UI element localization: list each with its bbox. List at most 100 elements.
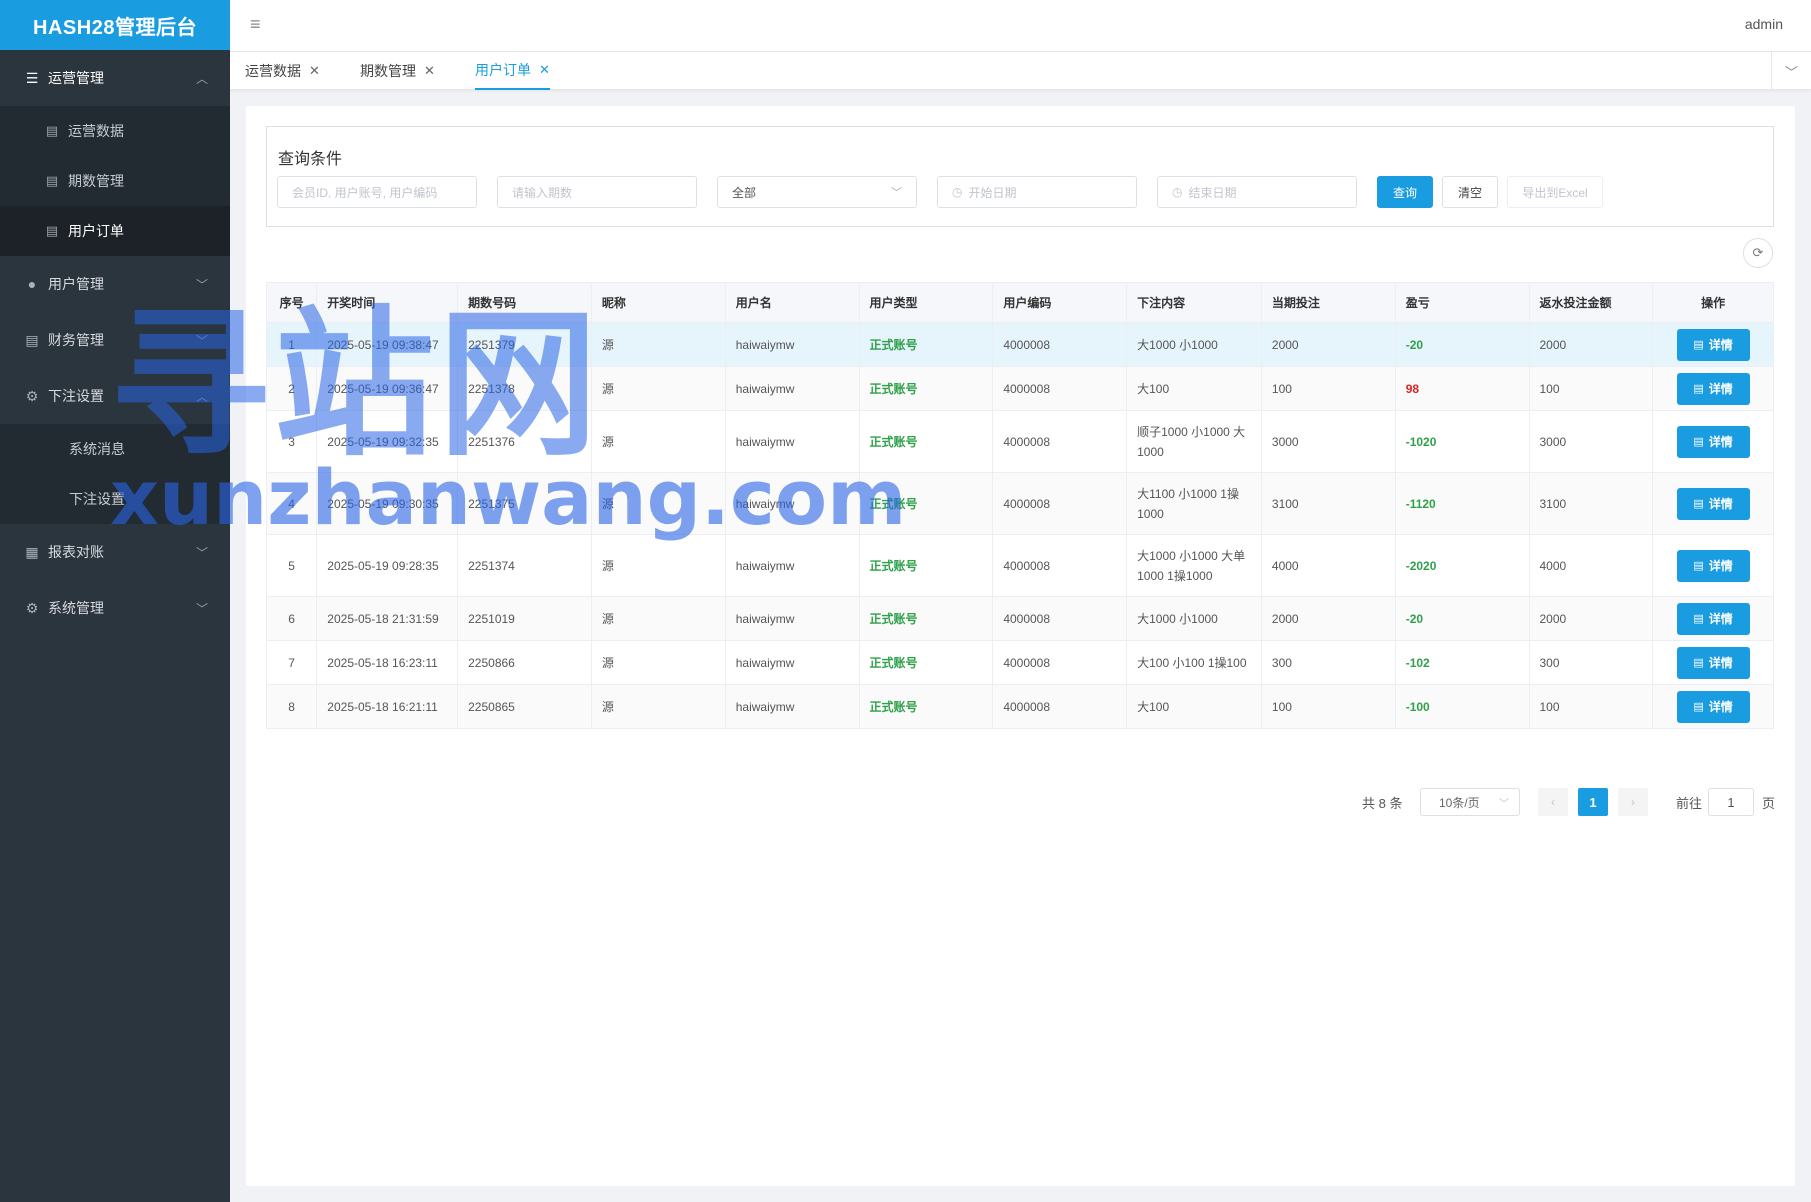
document-icon: ▤ (1693, 560, 1704, 572)
cell-username: haiwaiymw (724, 366, 860, 411)
menu-operations[interactable]: ☰ 运营管理 ︿ (0, 50, 230, 106)
cell-rebate-amount-text: 100 (1539, 381, 1560, 396)
detail-button[interactable]: ▤ 详情 (1676, 487, 1750, 520)
hamburger-icon[interactable]: ≡ (250, 14, 270, 34)
table-row: 2 2025-05-19 09:36:47 2251378 源 haiwaiymw 正式账… (265, 366, 1774, 411)
sidebar-item-system-messages[interactable]: 系统消息 (0, 424, 230, 474)
sidebar-item-bet-settings[interactable]: 下注设置 (0, 474, 230, 524)
table-row: 8 2025-05-18 16:21:11 2250865 源 haiwaiymw 正式账… (265, 684, 1774, 729)
cell-bet-content: 大100 (1126, 366, 1262, 411)
detail-button[interactable]: ▤ 详情 (1676, 690, 1750, 723)
goto-page-input[interactable]: 1 (1708, 788, 1754, 816)
cell-username: haiwaiymw (724, 472, 860, 535)
cell-bet-content-text: 大100 小100 1操100 (1137, 655, 1247, 670)
detail-button-label: 详情 (1708, 338, 1733, 352)
cell-nickname: 源 (590, 322, 726, 367)
cell-period-text: 2251375 (468, 496, 515, 511)
cell-current-bet: 4000 (1260, 534, 1396, 597)
next-page-button[interactable]: › (1618, 788, 1648, 816)
detail-button[interactable]: ▤ 详情 (1676, 646, 1750, 679)
cell-draw-time-text: 2025-05-19 09:32:35 (327, 434, 439, 449)
menu-system[interactable]: ⚙ 系统管理 ﹀ (0, 580, 230, 636)
cell-username: haiwaiymw (724, 640, 860, 685)
detail-button-label: 详情 (1708, 612, 1733, 626)
cell-user-code: 4000008 (992, 366, 1128, 411)
cell-actions: ▤ 详情 (1652, 472, 1774, 535)
start-date-placeholder: 开始日期 (968, 185, 1017, 200)
cell-bet-content-text: 大100 (1137, 699, 1170, 714)
tab-period-management[interactable]: 期数管理 ✕ (360, 52, 435, 90)
close-icon[interactable]: ✕ (424, 63, 435, 79)
report-icon: ▦ (25, 543, 39, 560)
cell-user-type-text: 正式账号 (869, 700, 918, 714)
detail-button[interactable]: ▤ 详情 (1676, 549, 1750, 582)
close-icon[interactable]: ✕ (309, 63, 320, 79)
cell-period-text: 2251379 (468, 337, 515, 352)
cell-current-bet-text: 300 (1271, 655, 1292, 670)
end-date-input[interactable]: ◷ 结束日期 (1157, 176, 1357, 208)
sidebar-item-period-management[interactable]: ▤ 期数管理 (0, 156, 230, 206)
clear-button[interactable]: 清空 (1442, 176, 1498, 208)
user-icon: ● (27, 276, 37, 292)
tab-user-orders[interactable]: 用户订单 ✕ (475, 52, 550, 90)
detail-button-label: 详情 (1708, 382, 1733, 396)
document-icon: ▤ (45, 173, 59, 188)
sidebar-item-operation-data[interactable]: ▤ 运营数据 (0, 106, 230, 156)
export-excel-button[interactable]: 导出到Excel (1507, 176, 1603, 208)
cell-current-bet: 3100 (1260, 472, 1396, 535)
period-input[interactable]: 请输入期数 (497, 176, 697, 208)
menu-reports[interactable]: ▦ 报表对账 ﹀ (0, 524, 230, 580)
cell-user-type-text: 正式账号 (869, 382, 918, 396)
cell-rebate-amount-text: 2000 (1539, 611, 1567, 626)
cell-user-code-text: 4000008 (1003, 337, 1051, 352)
cell-index: 3 (265, 410, 318, 473)
page-size-select[interactable]: 10条/页 ﹀ (1420, 788, 1520, 816)
detail-button[interactable]: ▤ 详情 (1676, 602, 1750, 635)
cell-period: 2251376 (457, 410, 592, 473)
cell-draw-time: 2025-05-19 09:30:35 (316, 472, 459, 535)
tabs-dropdown-icon[interactable]: ﹀ (1771, 52, 1811, 90)
cell-index: 6 (265, 596, 318, 641)
header-cell: 返水投注金额 (1528, 282, 1654, 323)
cell-draw-time: 2025-05-18 16:23:11 (316, 640, 459, 685)
sidebar-item-user-orders[interactable]: ▤ 用户订单 (0, 206, 230, 256)
cell-bet-content-text: 大1000 小1000 (1137, 337, 1218, 352)
document-icon: ▤ (1693, 383, 1704, 395)
refresh-icon[interactable]: ⟳ (1743, 238, 1773, 268)
user-type-select[interactable]: 全部 ﹀ (717, 176, 917, 208)
cell-index: 7 (265, 640, 318, 685)
chevron-down-icon: ﹀ (195, 601, 208, 616)
member-search-input[interactable]: 会员ID, 用户账号, 用户编码 (277, 176, 477, 208)
cell-current-bet-text: 100 (1271, 699, 1292, 714)
cell-rebate-amount: 2000 (1528, 596, 1654, 641)
close-icon[interactable]: ✕ (539, 62, 550, 78)
detail-button[interactable]: ▤ 详情 (1676, 328, 1750, 361)
menu-finance[interactable]: ▤ 财务管理 ﹀ (0, 312, 230, 368)
prev-page-button[interactable]: ‹ (1538, 788, 1568, 816)
menu-users[interactable]: ● 用户管理 ﹀ (0, 256, 230, 312)
cell-rebate-amount-text: 3000 (1539, 434, 1567, 449)
cell-user-code: 4000008 (992, 322, 1128, 367)
document-icon: ▤ (1693, 498, 1704, 510)
cell-bet-content: 大100 (1126, 684, 1262, 729)
user-type-select-value: 全部 (732, 185, 757, 200)
app-logo[interactable]: HASH28管理后台 (0, 0, 230, 50)
start-date-input[interactable]: ◷ 开始日期 (937, 176, 1137, 208)
cell-index-text: 2 (288, 381, 295, 396)
cell-profit-loss-text: -20 (1405, 337, 1424, 352)
cell-current-bet-text: 3100 (1271, 496, 1299, 511)
table-row: 4 2025-05-19 09:30:35 2251375 源 haiwaiymw 正式账… (265, 472, 1774, 535)
tab-operation-data[interactable]: 运营数据 ✕ (245, 52, 320, 90)
menu-operations-label: 运营管理 (48, 70, 104, 86)
cell-profit-loss: -1120 (1394, 472, 1530, 535)
header-cell: 盈亏 (1394, 282, 1530, 323)
cell-bet-content-text: 大1100 小1000 1操1000 (1137, 486, 1239, 521)
chevron-down-icon: ﹀ (195, 545, 208, 560)
detail-button[interactable]: ▤ 详情 (1676, 372, 1750, 405)
cell-current-bet: 3000 (1260, 410, 1396, 473)
detail-button[interactable]: ▤ 详情 (1676, 425, 1750, 458)
search-button[interactable]: 查询 (1377, 176, 1433, 208)
page-number-button[interactable]: 1 (1578, 788, 1608, 816)
menu-bet-settings[interactable]: ⚙ 下注设置 ︿ (0, 368, 230, 424)
user-menu[interactable]: admin (1745, 16, 1783, 32)
